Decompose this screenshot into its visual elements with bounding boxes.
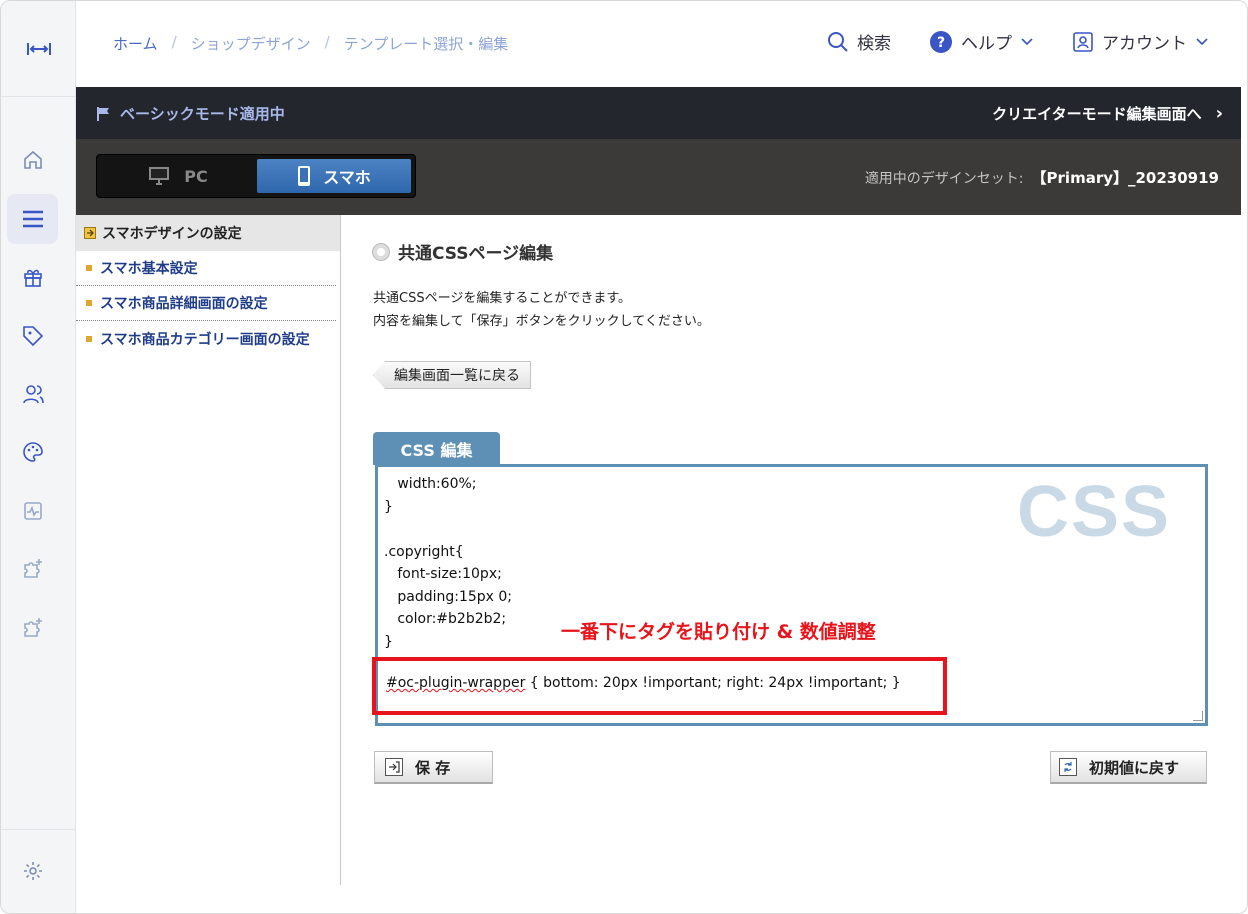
- account-label: アカウント: [1102, 34, 1187, 54]
- resize-handle[interactable]: [1193, 711, 1203, 721]
- puzzle-plus-icon[interactable]: [7, 544, 58, 594]
- sidebar-item-label: スマホ商品カテゴリー画面の設定: [100, 331, 310, 348]
- mode-label: ベーシックモード適用中: [120, 105, 285, 123]
- save-button[interactable]: 保 存: [374, 751, 493, 784]
- search-button[interactable]: 検索: [827, 29, 891, 54]
- home-icon[interactable]: [7, 135, 58, 185]
- breadcrumb-shop-design[interactable]: ショップデザイン: [191, 33, 311, 54]
- refresh-icon: [1059, 758, 1077, 776]
- main-content: 共通CSSページ編集 共通CSSページを編集することができます。 内容を編集して…: [342, 215, 1241, 885]
- arrow-box-icon: [84, 227, 96, 239]
- bullet-icon: [86, 265, 92, 271]
- device-pc-label: PC: [184, 166, 208, 186]
- annotation-text: 一番下にタグを貼り付け & 数値調整: [561, 621, 876, 643]
- highlight-box: #oc-plugin-wrapper { bottom: 20px !impor…: [372, 657, 947, 715]
- sidebar-item-label: スマホ商品詳細画面の設定: [100, 296, 268, 312]
- sidebar-item-basic-settings[interactable]: スマホ基本設定: [76, 251, 336, 286]
- creator-mode-link[interactable]: クリエイターモード編集画面へ ›: [992, 103, 1223, 124]
- mode-status: ベーシックモード適用中: [96, 103, 285, 124]
- palette-icon[interactable]: [7, 427, 58, 477]
- device-pc-button[interactable]: PC: [101, 159, 255, 193]
- save-icon: [385, 758, 403, 776]
- reset-label: 初期値に戻す: [1089, 758, 1180, 777]
- device-bar: PC スマホ 適用中のデザインセット: 【Primary】_20230919: [76, 139, 1241, 215]
- gear-icon[interactable]: [7, 846, 58, 896]
- device-smartphone-button[interactable]: スマホ: [257, 159, 411, 193]
- description-line-2: 内容を編集して「保存」ボタンをクリックしてください。: [373, 314, 710, 329]
- device-toggle: PC スマホ: [96, 154, 416, 198]
- menu-icon[interactable]: [7, 194, 58, 244]
- account-menu[interactable]: アカウント: [1072, 29, 1209, 54]
- css-watermark: CSS: [1016, 472, 1171, 552]
- design-set-label: 適用中のデザインセット:: [864, 171, 1024, 187]
- breadcrumb: ホーム / ショップデザイン / テンプレート選択・編集: [113, 33, 508, 54]
- flag-icon: [97, 106, 109, 121]
- help-menu[interactable]: ? ヘルプ: [929, 29, 1034, 54]
- breadcrumb-separator: /: [324, 33, 330, 51]
- creator-mode-label: クリエイターモード編集画面へ: [992, 105, 1202, 123]
- description: 共通CSSページを編集することができます。 内容を編集して「保存」ボタンをクリッ…: [373, 287, 710, 333]
- chevron-down-icon: [1196, 37, 1208, 45]
- sidebar-item-product-category[interactable]: スマホ商品カテゴリー画面の設定: [76, 321, 336, 356]
- reset-default-button[interactable]: 初期値に戻す: [1050, 751, 1207, 784]
- top-header: ホーム / ショップデザイン / テンプレート選択・編集 検索 ? ヘルプ アカ…: [76, 1, 1247, 87]
- account-icon: [1073, 31, 1093, 52]
- bullet-icon: [86, 335, 92, 342]
- breadcrumb-separator: /: [171, 33, 177, 51]
- highlighted-css-line: #oc-plugin-wrapper { bottom: 20px !impor…: [386, 675, 901, 691]
- design-set-value: 【Primary】_20230919: [1031, 169, 1219, 187]
- back-to-list-button[interactable]: 編集画面一覧に戻る: [373, 361, 531, 389]
- top-actions: 検索 ? ヘルプ アカウント: [827, 29, 1209, 54]
- device-smartphone-label: スマホ: [323, 168, 371, 187]
- highlight-rule: { bottom: 20px !important; right: 24px !…: [525, 675, 901, 691]
- users-icon[interactable]: [7, 369, 58, 419]
- design-set-info: 適用中のデザインセット: 【Primary】_20230919: [865, 167, 1219, 188]
- puzzle-plus-icon[interactable]: [7, 603, 58, 653]
- search-label: 検索: [857, 34, 891, 54]
- section-title: 共通CSSページ編集: [372, 239, 553, 264]
- chevron-down-icon: [1021, 37, 1033, 45]
- gift-icon[interactable]: [7, 252, 58, 302]
- help-label: ヘルプ: [961, 34, 1012, 54]
- save-label: 保 存: [415, 758, 451, 777]
- design-settings-sidebar: スマホデザインの設定 スマホ基本設定 スマホ商品詳細画面の設定 スマホ商品カテゴ…: [76, 215, 341, 885]
- chevron-right-icon: ›: [1215, 103, 1223, 124]
- css-edit-tab: CSS 編集: [373, 432, 500, 465]
- bullet-icon: [86, 300, 92, 306]
- radio-bullet-icon: [372, 242, 390, 261]
- left-rail: [1, 1, 76, 913]
- expand-horizontal-icon[interactable]: [1, 1, 76, 97]
- breadcrumb-template: テンプレート選択・編集: [343, 35, 509, 53]
- sidebar-header-label: スマホデザインの設定: [102, 226, 242, 242]
- smartphone-icon: [298, 166, 311, 186]
- mode-bar: ベーシックモード適用中 クリエイターモード編集画面へ ›: [76, 87, 1241, 139]
- breadcrumb-home[interactable]: ホーム: [113, 33, 158, 54]
- analytics-icon[interactable]: [7, 486, 58, 536]
- css-code: width:60%; } .copyright{ font-size:10px;…: [384, 476, 513, 650]
- sidebar-item-label: スマホ基本設定: [100, 261, 198, 277]
- svg-text:?: ?: [937, 35, 945, 51]
- page-title: 共通CSSページ編集: [398, 244, 554, 264]
- sidebar-header[interactable]: スマホデザインの設定: [76, 215, 340, 251]
- help-icon: ?: [930, 30, 952, 53]
- rail-bottom: [1, 829, 76, 913]
- highlight-selector: #oc-plugin-wrapper: [386, 675, 526, 691]
- description-line-1: 共通CSSページを編集することができます。: [373, 291, 632, 306]
- tag-icon[interactable]: [7, 311, 58, 361]
- sidebar-item-product-detail[interactable]: スマホ商品詳細画面の設定: [76, 286, 336, 321]
- app-window: ホーム / ショップデザイン / テンプレート選択・編集 検索 ? ヘルプ アカ…: [0, 0, 1248, 914]
- monitor-icon: [149, 167, 170, 185]
- search-icon: [828, 31, 848, 52]
